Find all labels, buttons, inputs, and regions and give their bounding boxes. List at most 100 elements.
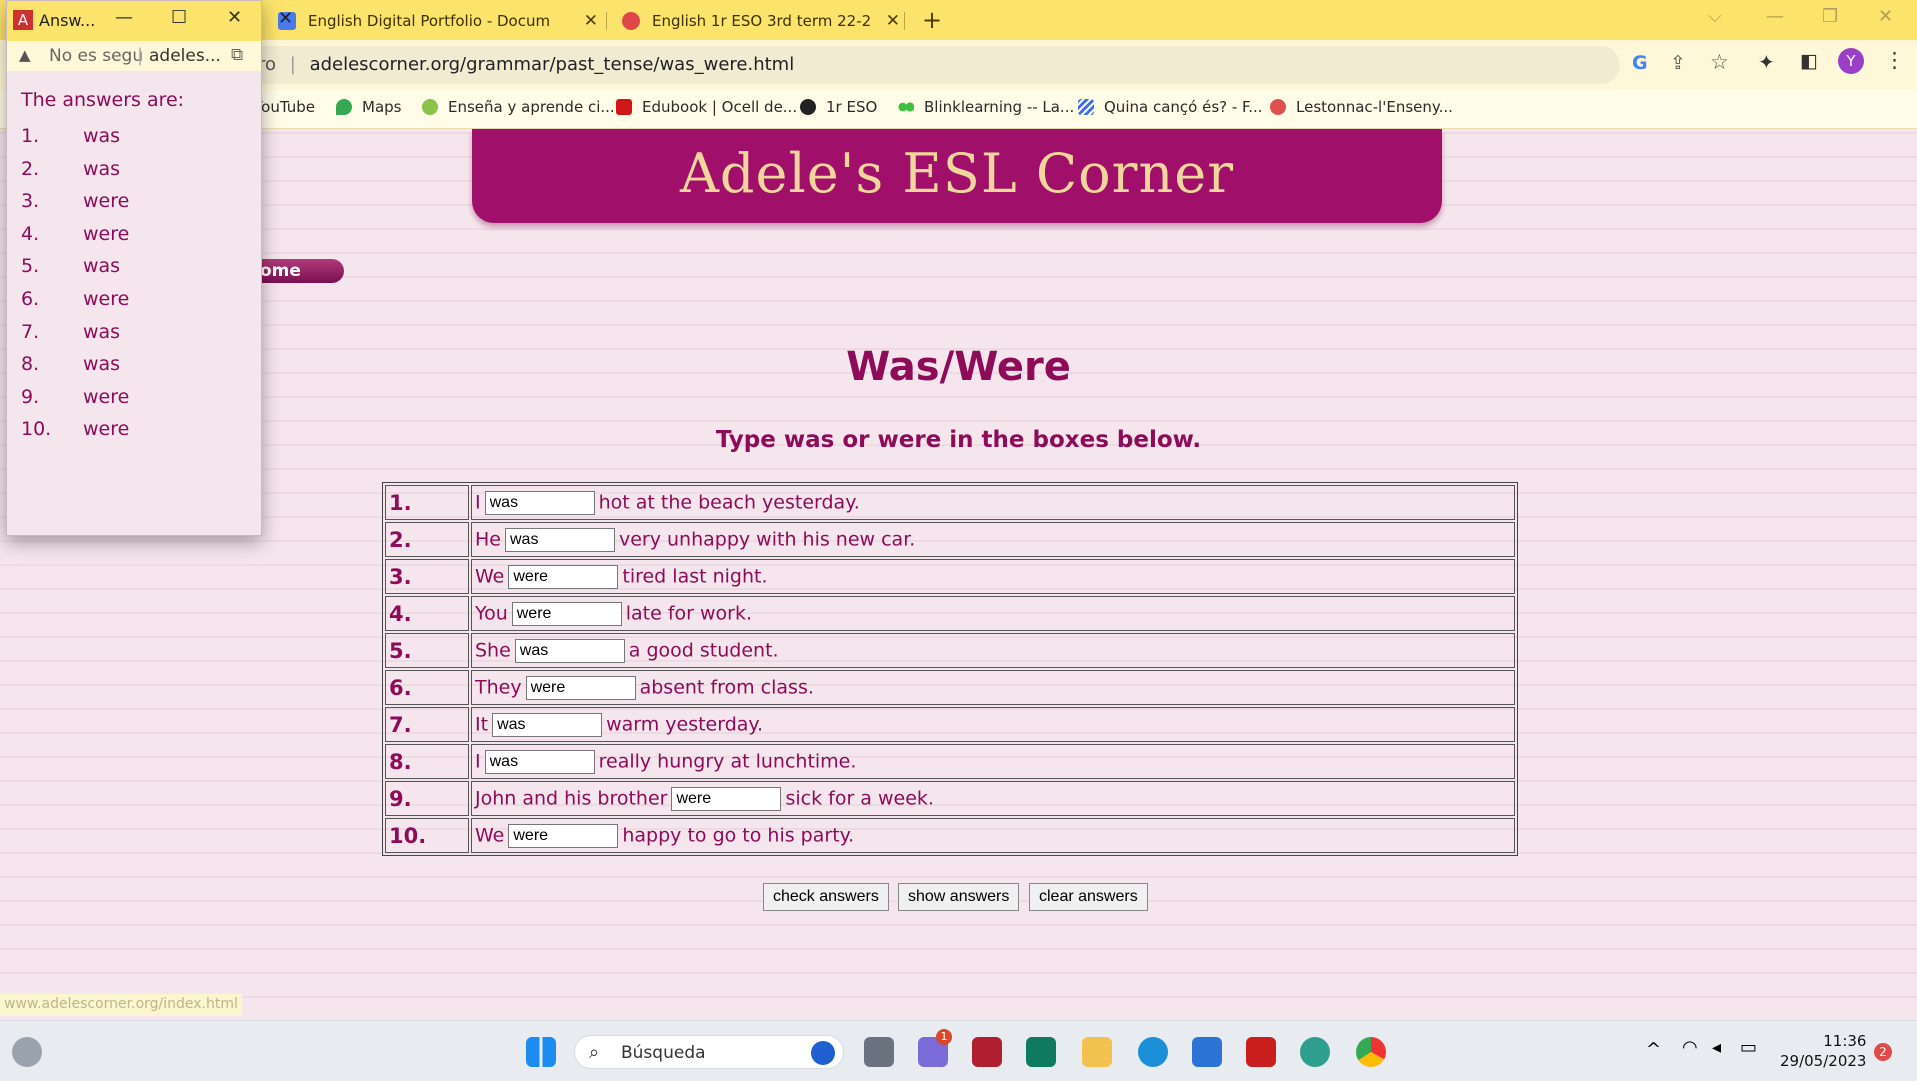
publisher-icon[interactable]: [1026, 1037, 1056, 1067]
bookmark-lestonnac[interactable]: Lestonnac-l'Enseny...: [1270, 98, 1453, 116]
battery-icon[interactable]: ▭: [1740, 1037, 1757, 1058]
tab-digital-portfolio[interactable]: English Digital Portfolio - Docum ✕: [268, 4, 608, 38]
google-lens-icon[interactable]: G: [1632, 52, 1648, 74]
sentence-start: We: [475, 565, 505, 587]
answer-input[interactable]: [504, 527, 615, 552]
answer-number: 10.: [21, 418, 52, 441]
exercise-row: 8.Ireally hungry at lunchtime.: [385, 744, 1515, 779]
answer-input[interactable]: [511, 601, 622, 626]
exercise-number: 1.: [385, 485, 469, 520]
mcafee-icon[interactable]: [1246, 1037, 1276, 1067]
answer-value: was: [83, 255, 121, 278]
taskbar-search[interactable]: ⌕ Búsqueda: [574, 1035, 844, 1069]
answer-input[interactable]: [508, 823, 619, 848]
sentence-end: late for work.: [625, 602, 753, 624]
exercise-sentence: They absent from class.: [471, 670, 1515, 705]
close-icon[interactable]: ✕: [584, 11, 598, 31]
answer-item: 2. was: [21, 158, 120, 180]
answer-input[interactable]: [484, 490, 595, 515]
bookmark-edubook[interactable]: Edubook | Ocell de...: [616, 98, 797, 116]
clear-answers-button[interactable]: clear answers: [1029, 883, 1148, 911]
show-answers-button[interactable]: show answers: [898, 883, 1020, 911]
chevron-up-icon[interactable]: ^: [1646, 1039, 1661, 1060]
close-icon[interactable]: ✕: [227, 7, 242, 28]
exercise-number: 6.: [385, 670, 469, 705]
answer-input[interactable]: [514, 638, 625, 663]
answer-item: 6. were: [21, 288, 129, 310]
bookmark-youtube[interactable]: YouTube: [254, 98, 315, 116]
answer-input[interactable]: [508, 564, 619, 589]
close-icon[interactable]: ✕: [886, 11, 900, 31]
start-windows-icon[interactable]: [526, 1037, 556, 1067]
instructions: Type was or were in the boxes below.: [715, 427, 1202, 453]
wifi-icon[interactable]: ◠: [1682, 1037, 1698, 1058]
bookmark-quina-canco[interactable]: Quina cançó és? - F...: [1078, 98, 1263, 116]
bookmark-ensena[interactable]: Enseña y aprende ci...: [422, 98, 615, 116]
maximize-icon[interactable]: ☐: [171, 7, 187, 28]
check-answers-button[interactable]: check answers: [763, 883, 889, 911]
exercise-sentence: Ihot at the beach yesterday.: [471, 485, 1515, 520]
menu-kebab-icon[interactable]: ⋮: [1884, 48, 1905, 72]
share-icon[interactable]: ⇪: [1670, 52, 1686, 74]
exercise-number: 2.: [385, 522, 469, 557]
address-bar[interactable]: ro | adelescorner.org/grammar/past_tense…: [240, 46, 1620, 84]
edge-icon[interactable]: [1300, 1037, 1330, 1067]
bookmark-maps[interactable]: Maps: [336, 98, 401, 116]
exercise-number: 10.: [385, 818, 469, 853]
minimize-icon[interactable]: —: [1766, 6, 1784, 27]
bookmark-label: Maps: [362, 98, 402, 116]
answer-item: 4. were: [21, 223, 129, 245]
bookmark-label: Lestonnac-l'Enseny...: [1296, 98, 1453, 116]
maps-pin-icon: [336, 99, 352, 115]
answer-value: was: [83, 320, 121, 343]
weather-icon[interactable]: [12, 1037, 42, 1067]
restore-icon[interactable]: ❐: [1822, 6, 1838, 27]
extensions-icon[interactable]: ✦: [1758, 50, 1775, 74]
bookmark-star-icon[interactable]: ☆: [1710, 50, 1729, 74]
tab-label: English Digital Portfolio - Docum: [308, 12, 551, 30]
sentence-end: really hungry at lunchtime.: [598, 750, 857, 772]
exercise-sentence: You late for work.: [471, 596, 1515, 631]
popup-titlebar: A Answ... — ☐ ✕: [7, 1, 261, 41]
store-icon[interactable]: [1192, 1037, 1222, 1067]
side-panel-icon[interactable]: ◧: [1800, 50, 1818, 72]
close-icon[interactable]: ✕: [278, 8, 293, 29]
bookmark-1r-eso[interactable]: 1r ESO: [800, 98, 877, 116]
clock-date: 29/05/2023: [1780, 1052, 1867, 1070]
chrome-icon[interactable]: [1356, 1037, 1386, 1067]
answer-number: 1.: [21, 125, 40, 147]
bing-icon: [811, 1041, 835, 1065]
new-tab-button[interactable]: +: [922, 6, 942, 34]
profile-avatar[interactable]: Y: [1838, 48, 1864, 74]
answer-item: 10. were: [21, 418, 129, 440]
exercise-sentence: Ireally hungry at lunchtime.: [471, 744, 1515, 779]
notification-badge[interactable]: 2: [1874, 1043, 1892, 1061]
sentence-start: I: [475, 750, 481, 772]
close-window-icon[interactable]: ✕: [1878, 6, 1893, 27]
tab-english-pdf[interactable]: English 1r ESO 3rd term 22-23.pc ✕: [612, 4, 910, 38]
answer-input[interactable]: [525, 675, 636, 700]
answers-heading: The answers are:: [21, 89, 185, 111]
minimize-icon[interactable]: —: [115, 7, 133, 28]
task-view-icon[interactable]: [864, 1037, 894, 1067]
answer-input[interactable]: [492, 712, 603, 737]
answer-value: were: [83, 418, 130, 441]
volume-icon[interactable]: ◂: [1712, 1037, 1721, 1058]
character-icon: [800, 99, 816, 115]
exercise-row: 5. She a good student.: [385, 633, 1515, 668]
popup-address-bar[interactable]: ▲ No es segu | adeles... ⧉: [7, 41, 261, 71]
bookmark-blinklearning[interactable]: Blinklearning -- La...: [898, 98, 1074, 116]
answer-input[interactable]: [484, 749, 595, 774]
exercise-row: 1.Ihot at the beach yesterday.: [385, 485, 1515, 520]
access-icon[interactable]: [972, 1037, 1002, 1067]
answer-value: was: [83, 353, 121, 376]
help-icon[interactable]: [1138, 1037, 1168, 1067]
bookmark-label: Edubook | Ocell de...: [642, 98, 798, 116]
home-label: ome: [260, 261, 301, 281]
translate-icon[interactable]: ⧉: [231, 45, 243, 65]
taskbar-clock[interactable]: 11:36 29/05/2023: [1780, 1031, 1866, 1071]
file-explorer-icon[interactable]: [1082, 1037, 1112, 1067]
tab-search-icon[interactable]: ⌵: [1708, 6, 1722, 27]
site-banner[interactable]: Adele's ESL Corner: [472, 129, 1442, 223]
answer-input[interactable]: [671, 786, 782, 811]
